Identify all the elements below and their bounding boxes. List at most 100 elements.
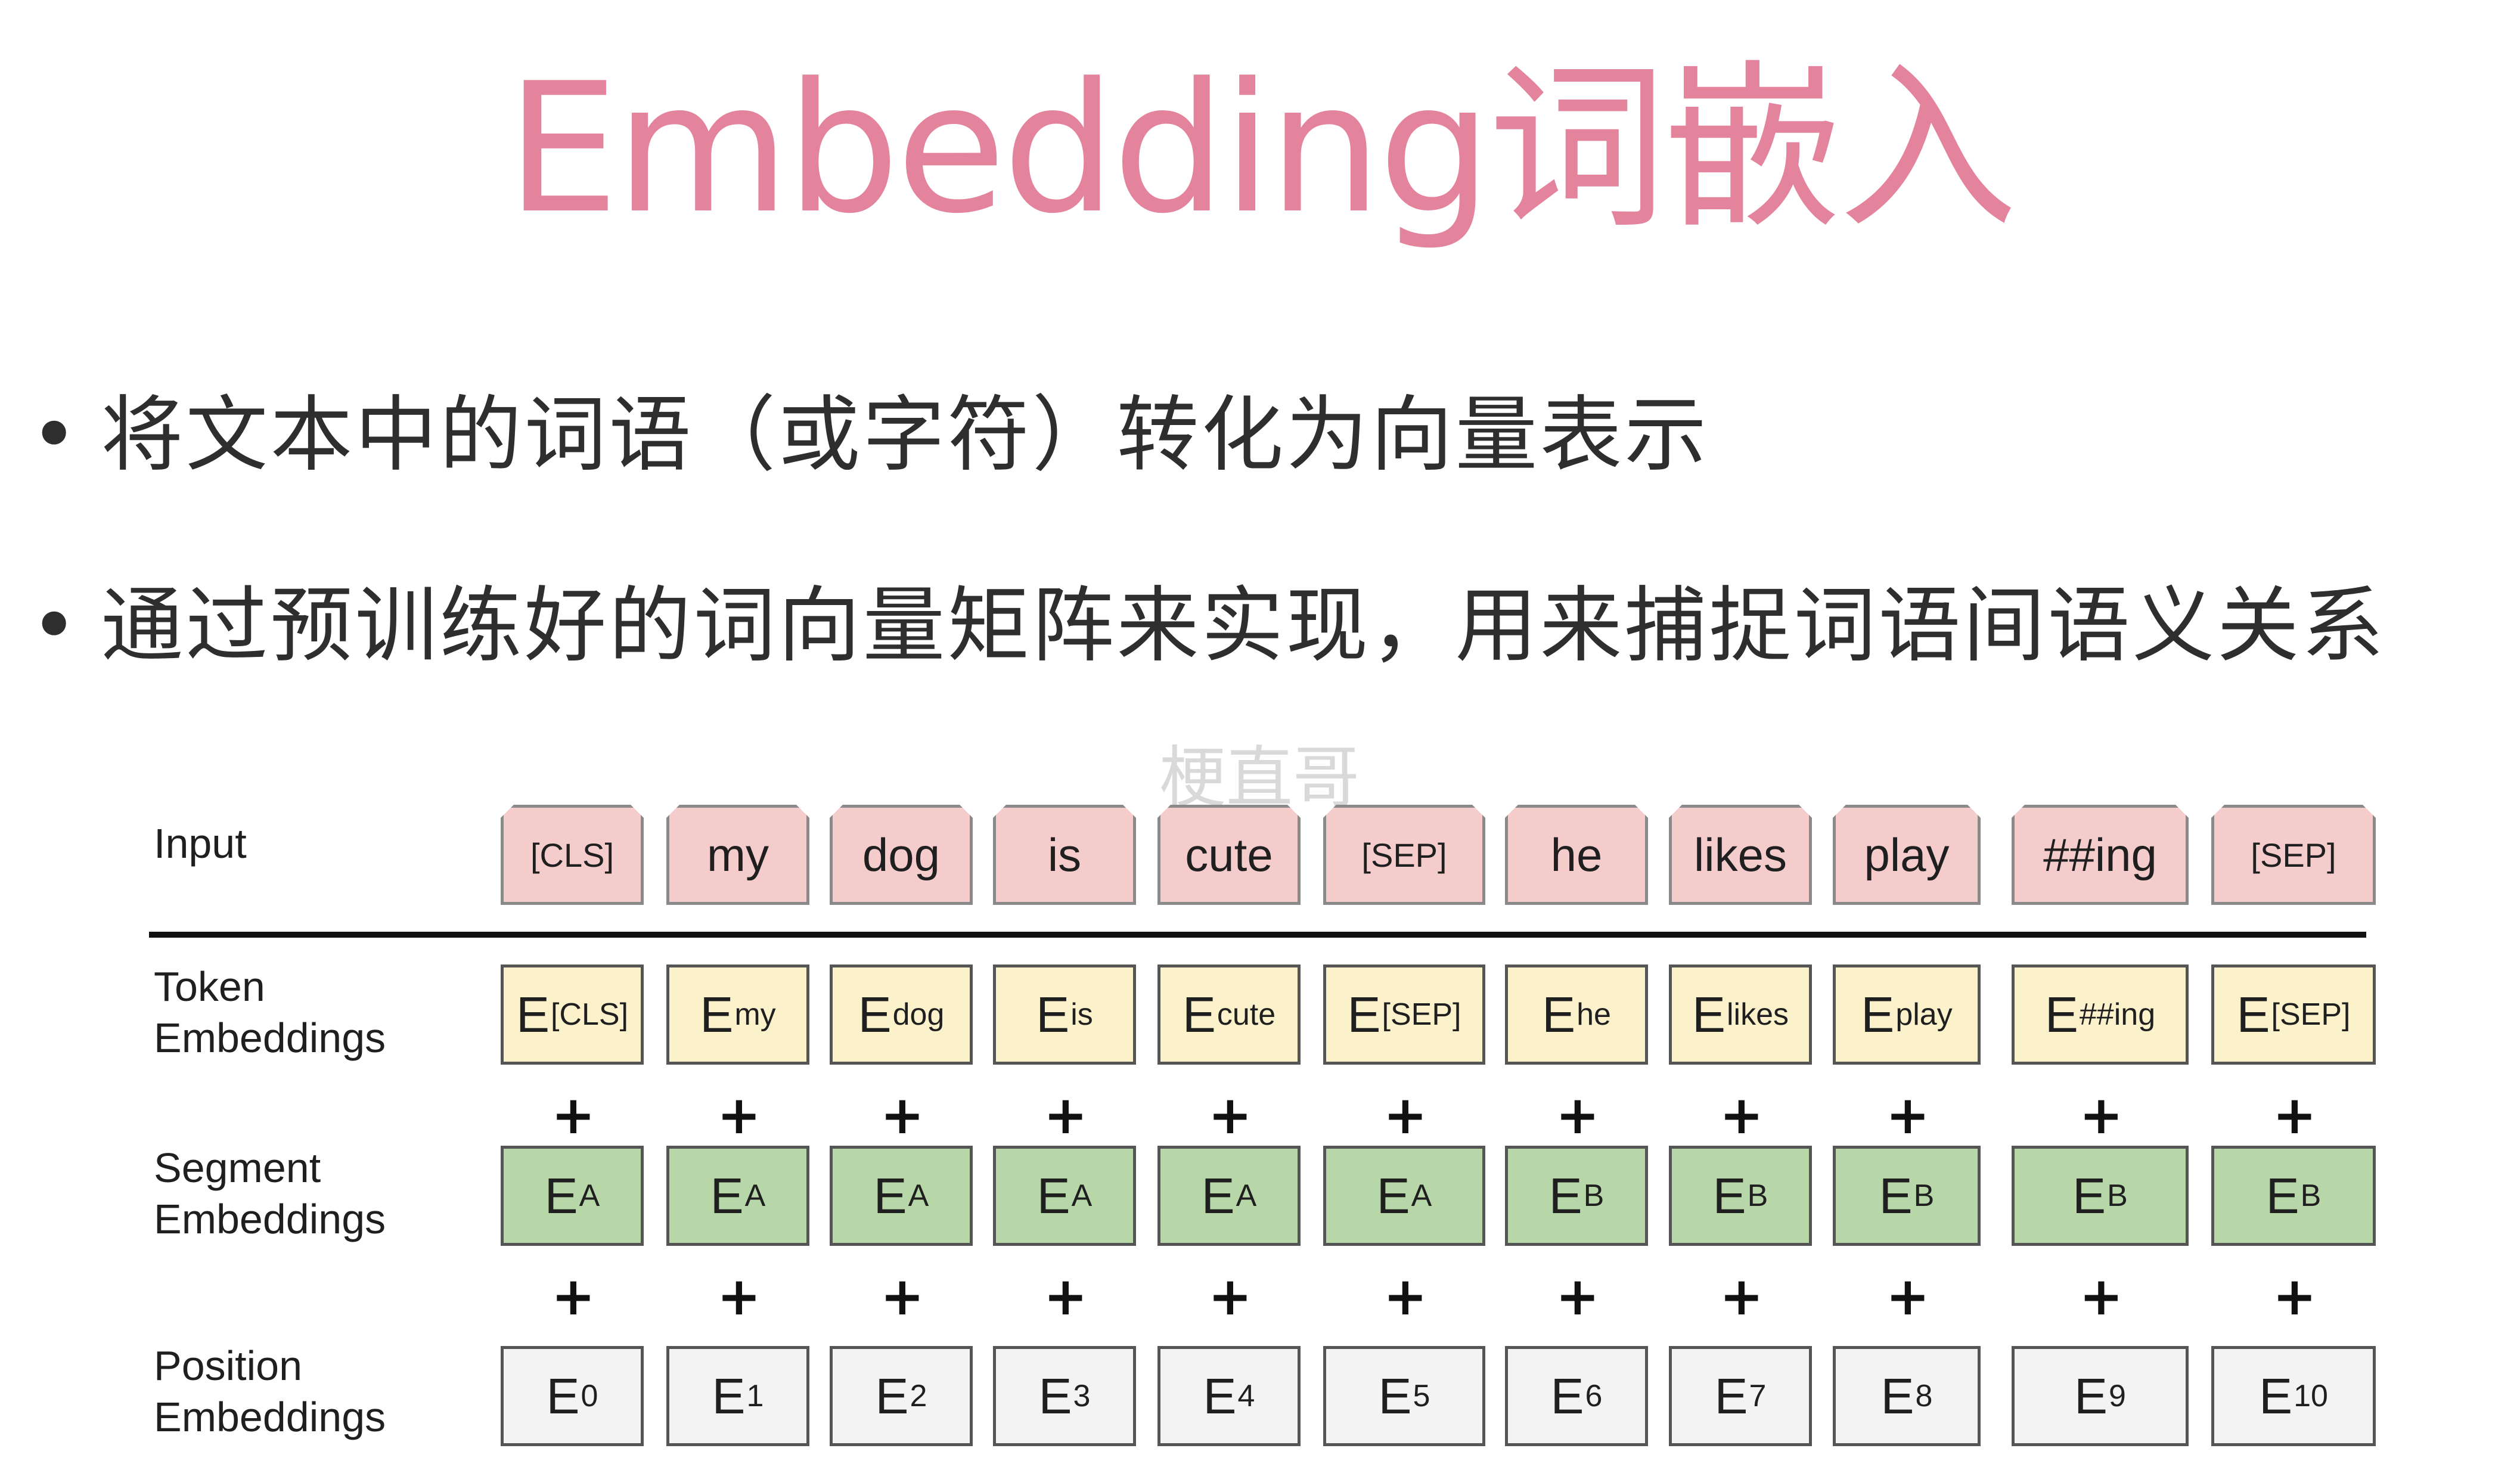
- row-label-token-line2: Embeddings: [154, 1015, 386, 1061]
- row-label-input: Input: [154, 820, 247, 867]
- embedding-letter: E: [700, 986, 734, 1043]
- embedding-subscript: A: [1071, 1179, 1093, 1213]
- embedding-letter: E: [2259, 1367, 2293, 1424]
- embedding-letter: E: [1038, 1367, 1072, 1424]
- plus-icon: +: [717, 1266, 761, 1327]
- embedding-letter: E: [1712, 1167, 1746, 1224]
- embedding-letter: E: [1542, 986, 1576, 1043]
- plus-icon: +: [1556, 1084, 1600, 1146]
- position-embedding: E9: [2012, 1346, 2189, 1446]
- plus-icon: +: [1720, 1266, 1764, 1327]
- segment-embedding: EB: [1669, 1146, 1812, 1246]
- position-embedding: E6: [1505, 1346, 1648, 1446]
- segment-embedding: EA: [993, 1146, 1136, 1246]
- embedding-subscript: my: [734, 997, 776, 1032]
- token-embedding: Eis: [993, 965, 1136, 1065]
- embedding-subscript: 7: [1749, 1379, 1767, 1413]
- embedding-subscript: 1: [746, 1379, 764, 1413]
- embedding-subscript: A: [1411, 1179, 1432, 1213]
- embedding-letter: E: [1376, 1167, 1410, 1224]
- embedding-letter: E: [1714, 1367, 1748, 1424]
- plus-icon: +: [880, 1266, 924, 1327]
- embedding-subscript: he: [1576, 997, 1611, 1032]
- segment-embedding: EB: [2012, 1146, 2189, 1246]
- segment-embedding: EB: [2211, 1146, 2376, 1246]
- embedding-subscript: 4: [1237, 1379, 1255, 1413]
- embedding-letter: E: [1036, 986, 1070, 1043]
- row-label-token: Token Embeddings: [154, 961, 386, 1063]
- embedding-subscript: A: [908, 1179, 929, 1213]
- embedding-subscript: A: [744, 1179, 766, 1213]
- segment-embedding: EB: [1505, 1146, 1648, 1246]
- embedding-subscript: cute: [1216, 997, 1276, 1032]
- input-token: dog: [830, 805, 973, 905]
- plus-icon: +: [880, 1084, 924, 1146]
- bullet-dot: •: [30, 578, 81, 674]
- token-embedding: E ##ing: [2012, 965, 2189, 1065]
- embedding-subscript: dog: [892, 997, 945, 1032]
- row-label-segment-line2: Embeddings: [154, 1196, 386, 1242]
- segment-embedding: EA: [1157, 1146, 1301, 1246]
- embedding-letter: E: [544, 1167, 578, 1224]
- embedding-letter: E: [1378, 1367, 1412, 1424]
- input-token: ##ing: [2012, 805, 2189, 905]
- plus-icon: +: [2079, 1266, 2124, 1327]
- input-token: cute: [1157, 805, 1301, 905]
- embedding-subscript: ##ing: [2079, 997, 2156, 1032]
- embedding-letter: E: [710, 1167, 744, 1224]
- plus-icon: +: [2273, 1084, 2317, 1146]
- token-embedding: Eplay: [1833, 965, 1981, 1065]
- embedding-subscript: is: [1070, 997, 1093, 1032]
- plus-icon: +: [2079, 1084, 2124, 1146]
- input-token: [CLS]: [501, 805, 644, 905]
- row-label-segment: Segment Embeddings: [154, 1142, 386, 1245]
- embedding-letter: E: [2265, 1167, 2299, 1224]
- plus-icon: +: [1556, 1266, 1600, 1327]
- bullet-item-1: • 将文本中的词语（或字符）转化为向量表示: [30, 384, 1709, 486]
- bullet-item-2: • 通过预训练好的词向量矩阵来实现，用来捕捉词语间语义关系: [30, 575, 2386, 677]
- embedding-subscript: 8: [1915, 1379, 1933, 1413]
- input-divider: [149, 932, 2366, 938]
- row-label-segment-line1: Segment: [154, 1145, 321, 1191]
- embedding-letter: E: [2072, 1167, 2106, 1224]
- segment-embedding: EA: [830, 1146, 973, 1246]
- embedding-subscript: 10: [2294, 1379, 2328, 1413]
- segment-embedding: EB: [1833, 1146, 1981, 1246]
- segment-embedding: EA: [666, 1146, 809, 1246]
- position-embedding: E8: [1833, 1346, 1981, 1446]
- embedding-subscript: B: [1913, 1179, 1935, 1213]
- embedding-letter: E: [546, 1367, 580, 1424]
- token-embedding: Ehe: [1505, 965, 1648, 1065]
- embedding-letter: E: [875, 1367, 909, 1424]
- position-embedding: E0: [501, 1346, 644, 1446]
- embedding-subscript: B: [2300, 1179, 2322, 1213]
- plus-icon: +: [1383, 1084, 1427, 1146]
- position-embedding: E4: [1157, 1346, 1301, 1446]
- segment-embedding: EA: [1323, 1146, 1485, 1246]
- row-label-token-line1: Token: [154, 963, 265, 1010]
- embedding-letter: E: [858, 986, 892, 1043]
- embedding-subscript: [CLS]: [550, 997, 629, 1032]
- embedding-letter: E: [1692, 986, 1725, 1043]
- embedding-letter: E: [1879, 1167, 1913, 1224]
- token-embedding: E [CLS]: [501, 965, 644, 1065]
- plus-icon: +: [1886, 1266, 1930, 1327]
- plus-icon: +: [1208, 1084, 1252, 1146]
- position-embedding: E7: [1669, 1346, 1812, 1446]
- bullet-text-2: 通过预训练好的词向量矩阵来实现，用来捕捉词语间语义关系: [101, 578, 2386, 674]
- embedding-letter: E: [873, 1167, 907, 1224]
- embedding-letter: E: [516, 986, 550, 1043]
- bullet-dot: •: [30, 387, 81, 483]
- embedding-letter: E: [2074, 1367, 2108, 1424]
- embedding-letter: E: [2044, 986, 2078, 1043]
- embedding-subscript: [SEP]: [1382, 997, 1461, 1032]
- embedding-subscript: 6: [1585, 1379, 1603, 1413]
- embedding-subscript: 5: [1413, 1379, 1430, 1413]
- plus-icon: +: [1383, 1266, 1427, 1327]
- position-embedding: E5: [1323, 1346, 1485, 1446]
- embedding-letter: E: [1347, 986, 1381, 1043]
- plus-icon: +: [1886, 1084, 1930, 1146]
- embedding-subscript: B: [1747, 1179, 1768, 1213]
- embedding-subscript: likes: [1727, 997, 1789, 1032]
- input-token: likes: [1669, 805, 1812, 905]
